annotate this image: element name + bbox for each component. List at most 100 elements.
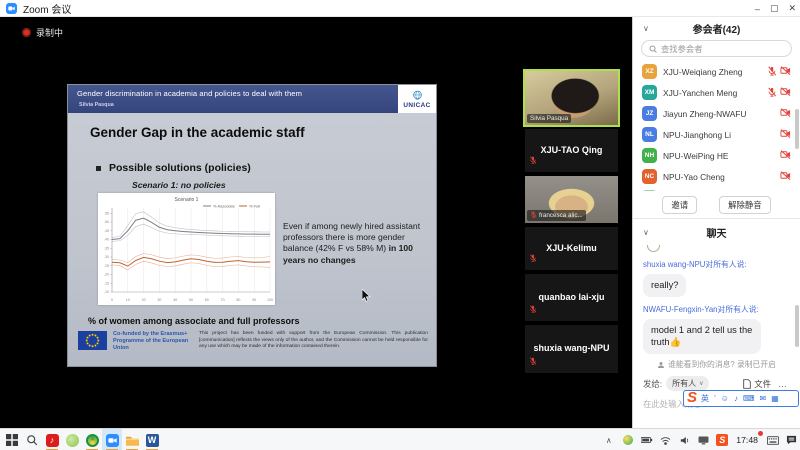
chat-privacy-notice: 谁能看到你的消息? 录制已开启 (633, 359, 800, 370)
participant-status-icons (767, 86, 791, 99)
green-app-icon (66, 434, 79, 447)
mic-off-icon (529, 156, 537, 164)
minimize-button[interactable]: – (755, 4, 760, 14)
mic-off-icon (767, 66, 777, 76)
participant-status-icons (780, 149, 791, 162)
participant-list: XZXJU-Weiqiang ZhengXMXJU-Yanchen MengJZ… (633, 61, 800, 191)
svg-text:.40: .40 (104, 238, 109, 242)
slide-title: Gender Gap in the academic staff (90, 125, 305, 140)
svg-text:20: 20 (142, 298, 146, 302)
tile-name: shuxia wang-NPU (525, 343, 618, 353)
mic-off-icon (529, 254, 537, 262)
recording-label: 录制中 (36, 26, 63, 39)
ime-tool-icon[interactable]: 英 (701, 393, 709, 404)
chevron-down-icon[interactable]: ∨ (643, 24, 649, 33)
participants-scrollbar[interactable] (795, 109, 799, 149)
svg-text:% Associate: % Associate (213, 204, 236, 209)
search-icon (26, 434, 38, 446)
ime-tool-icon[interactable]: ☺ (721, 394, 729, 403)
svg-text:Scenario 1: Scenario 1 (175, 197, 199, 203)
notification-center-icon[interactable] (785, 434, 798, 447)
camera-off-icon (780, 107, 791, 118)
windows-taskbar: ♪W ∧S17:48 (0, 428, 800, 450)
maximize-button[interactable]: ▢ (770, 3, 779, 14)
touch-keyboard-icon[interactable] (766, 434, 779, 447)
invite-button[interactable]: 邀请 (662, 196, 697, 214)
participant-row[interactable]: NLNPU-Jianghong Li (633, 124, 800, 145)
taskbar-search[interactable] (22, 429, 42, 450)
browser-360-icon (86, 434, 99, 447)
file-icon (743, 379, 751, 389)
tile-name: Silvia Pasqua (530, 115, 568, 122)
taskbar-windows-start[interactable] (2, 429, 22, 450)
participant-name: Jiayun Zheng-NWAFU (663, 109, 774, 119)
participant-name: NPU-WeiPing HE (663, 151, 774, 161)
camera-off-icon (780, 128, 791, 139)
svg-text:.50: .50 (104, 220, 109, 224)
ime-tool-icon[interactable]: ’ (714, 394, 716, 403)
video-tile[interactable]: Silvia Pasqua (525, 71, 618, 125)
bullet-square-icon (96, 166, 101, 171)
chat-header[interactable]: ∨ 聊天 (633, 221, 800, 243)
send-to-label: 发给: (643, 378, 662, 390)
participant-row[interactable]: XMXJU-Yanchen Meng (633, 82, 800, 103)
taskbar-green-app[interactable] (62, 429, 82, 450)
participant-row[interactable]: XZXJU-Weiqiang Zheng (633, 61, 800, 82)
participants-header[interactable]: ∨ 参会者(42) (633, 17, 800, 39)
participant-row[interactable]: NCNPU-Yao Cheng (633, 166, 800, 187)
participant-row[interactable]: JZJiayun Zheng-NWAFU (633, 103, 800, 124)
participant-row[interactable]: NHNPU-WeiPing HE (633, 145, 800, 166)
camera-off-icon (780, 86, 791, 97)
recording-dot-icon (22, 28, 31, 37)
ime-tool-icon[interactable]: ✉ (760, 394, 767, 403)
video-tile[interactable]: quanbao lai-xju (525, 274, 618, 321)
ime-tool-icon[interactable]: ♪ (734, 394, 738, 403)
chevron-down-icon: ∨ (699, 380, 703, 387)
video-tile[interactable]: XJU-Kelimu (525, 227, 618, 270)
clock[interactable]: 17:48 (734, 435, 760, 445)
ime-tool-icon[interactable]: ▦ (771, 394, 779, 403)
chart-caption: % of women among associate and full prof… (88, 316, 300, 326)
camera-off-icon (780, 149, 791, 160)
sogou-ime-toolbar[interactable]: S 英 ’ ☺ ♪ ⌨ ✉ ▦ (683, 390, 799, 407)
sogou-logo-icon[interactable]: S (687, 390, 697, 405)
taskbar-word[interactable]: W (142, 429, 162, 450)
taskbar-file-explorer[interactable] (122, 429, 142, 450)
tile-name: XJU-TAO Qing (525, 145, 618, 155)
svg-text:60: 60 (205, 298, 209, 302)
speaker-icon (678, 434, 691, 447)
close-button[interactable]: ✕ (788, 3, 796, 14)
slide-body-text: Even if among newly hired assistant prof… (283, 221, 433, 266)
video-tile[interactable]: XJU-TAO Qing (525, 129, 618, 172)
svg-text:90: 90 (252, 298, 256, 302)
unmute-all-button[interactable]: 解除静音 (719, 196, 771, 214)
camera-off-icon (780, 170, 791, 181)
video-tile[interactable]: francesca alic... (525, 176, 618, 223)
taskbar-zoom[interactable] (102, 429, 122, 450)
chat-scrollbar[interactable] (795, 305, 799, 347)
svg-text:10: 10 (126, 298, 130, 302)
ime-tool-icon[interactable]: ⌨ (743, 394, 755, 403)
zoom-meeting-window: Zoom 会议 – ▢ ✕ 录制中 Gender discrimination … (0, 0, 800, 450)
video-tile[interactable]: shuxia wang-NPU (525, 325, 618, 373)
chat-sender: shuxia wang-NPU对所有人说: (643, 259, 790, 270)
svg-text:100: 100 (267, 298, 273, 302)
search-participants-input[interactable]: 查找参会者 (641, 40, 792, 57)
search-icon (649, 45, 657, 53)
camera-off-icon (780, 65, 791, 76)
slide-header: Gender discrimination in academia and po… (68, 85, 436, 113)
svg-text:.20: .20 (104, 273, 109, 277)
taskbar-browser-360[interactable] (82, 429, 102, 450)
taskbar-netease-music[interactable]: ♪ (42, 429, 62, 450)
more-options-button[interactable]: … (775, 379, 790, 389)
window-titlebar: Zoom 会议 – ▢ ✕ (0, 0, 800, 17)
participant-row[interactable] (633, 187, 800, 191)
mouse-cursor (362, 289, 371, 302)
partial-emoji-message (647, 245, 660, 252)
tile-name-label: francesca alic... (527, 210, 586, 221)
chevron-down-icon[interactable]: ∨ (643, 228, 649, 237)
svg-text:.30: .30 (104, 255, 109, 259)
svg-text:.10: .10 (104, 290, 109, 294)
eu-flag-icon (78, 331, 107, 350)
file-button[interactable]: 文件 (743, 378, 771, 390)
